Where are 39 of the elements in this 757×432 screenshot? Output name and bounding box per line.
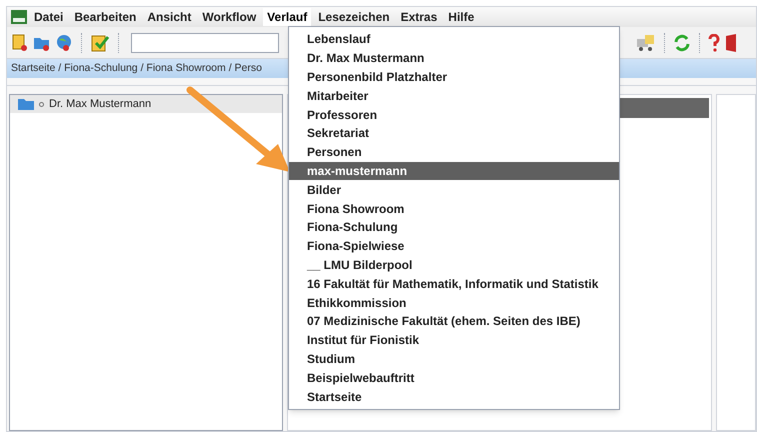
history-menu-item[interactable]: Institut für Fionistik bbox=[289, 330, 619, 350]
exit-door-icon[interactable] bbox=[724, 32, 738, 52]
menu-item[interactable]: Bearbeiten bbox=[70, 8, 140, 26]
history-menu-item[interactable]: Fiona Showroom bbox=[289, 199, 619, 218]
folder-icon bbox=[18, 98, 34, 110]
tree-item[interactable]: Dr. Max Mustermann bbox=[10, 95, 282, 113]
history-menu-item[interactable]: Personen bbox=[289, 142, 619, 162]
help-icon[interactable] bbox=[708, 34, 720, 52]
menu-item[interactable]: Verlauf bbox=[263, 8, 312, 26]
truck-icon[interactable] bbox=[636, 34, 656, 52]
history-menu-item[interactable]: 16 Fakultät für Mathematik, Informatik und Statistik bbox=[289, 274, 619, 294]
menu-item[interactable]: Hilfe bbox=[444, 8, 478, 26]
history-menu-item[interactable]: Beispielwebauftritt bbox=[289, 368, 619, 388]
history-menu-item[interactable]: __ LMU Bilderpool bbox=[289, 256, 619, 274]
history-menu-item[interactable]: 07 Medizinische Fakultät (ehem. Seiten des IBE) bbox=[289, 312, 619, 331]
bullet-icon bbox=[39, 102, 44, 106]
history-menu-item[interactable]: Mitarbeiter bbox=[289, 86, 619, 106]
history-menu-item[interactable]: Bilder bbox=[289, 180, 619, 200]
history-menu-item[interactable]: Fiona-Schulung bbox=[289, 218, 619, 237]
history-menu-item[interactable]: Lebenslauf bbox=[289, 30, 619, 49]
menu-item[interactable]: Lesezeichen bbox=[314, 8, 394, 26]
history-menu-item[interactable]: Studium bbox=[289, 350, 619, 368]
globe-icon[interactable] bbox=[55, 34, 73, 52]
history-menu-item[interactable]: Fiona-Spielwiese bbox=[289, 236, 619, 256]
history-menu-item[interactable]: Sekretariat bbox=[289, 124, 619, 143]
menu-item[interactable]: Extras bbox=[396, 8, 442, 26]
menu-item[interactable]: Ansicht bbox=[143, 8, 196, 26]
history-menu-item[interactable]: Professoren bbox=[289, 105, 619, 124]
logo-icon bbox=[11, 10, 27, 24]
menu-item[interactable]: Workflow bbox=[198, 8, 260, 26]
new-document-icon[interactable] bbox=[11, 34, 29, 52]
refresh-icon[interactable] bbox=[673, 34, 691, 52]
history-menu-item[interactable]: max-mustermann bbox=[289, 162, 619, 180]
checked-document-icon[interactable] bbox=[90, 32, 110, 52]
tree-item-label: Dr. Max Mustermann bbox=[49, 96, 152, 112]
history-menu-item[interactable]: Ethikkommission bbox=[289, 293, 619, 312]
menu-item[interactable]: Datei bbox=[30, 8, 68, 26]
search-field[interactable] bbox=[131, 32, 279, 52]
history-menu-item[interactable]: Startseite bbox=[289, 387, 619, 406]
